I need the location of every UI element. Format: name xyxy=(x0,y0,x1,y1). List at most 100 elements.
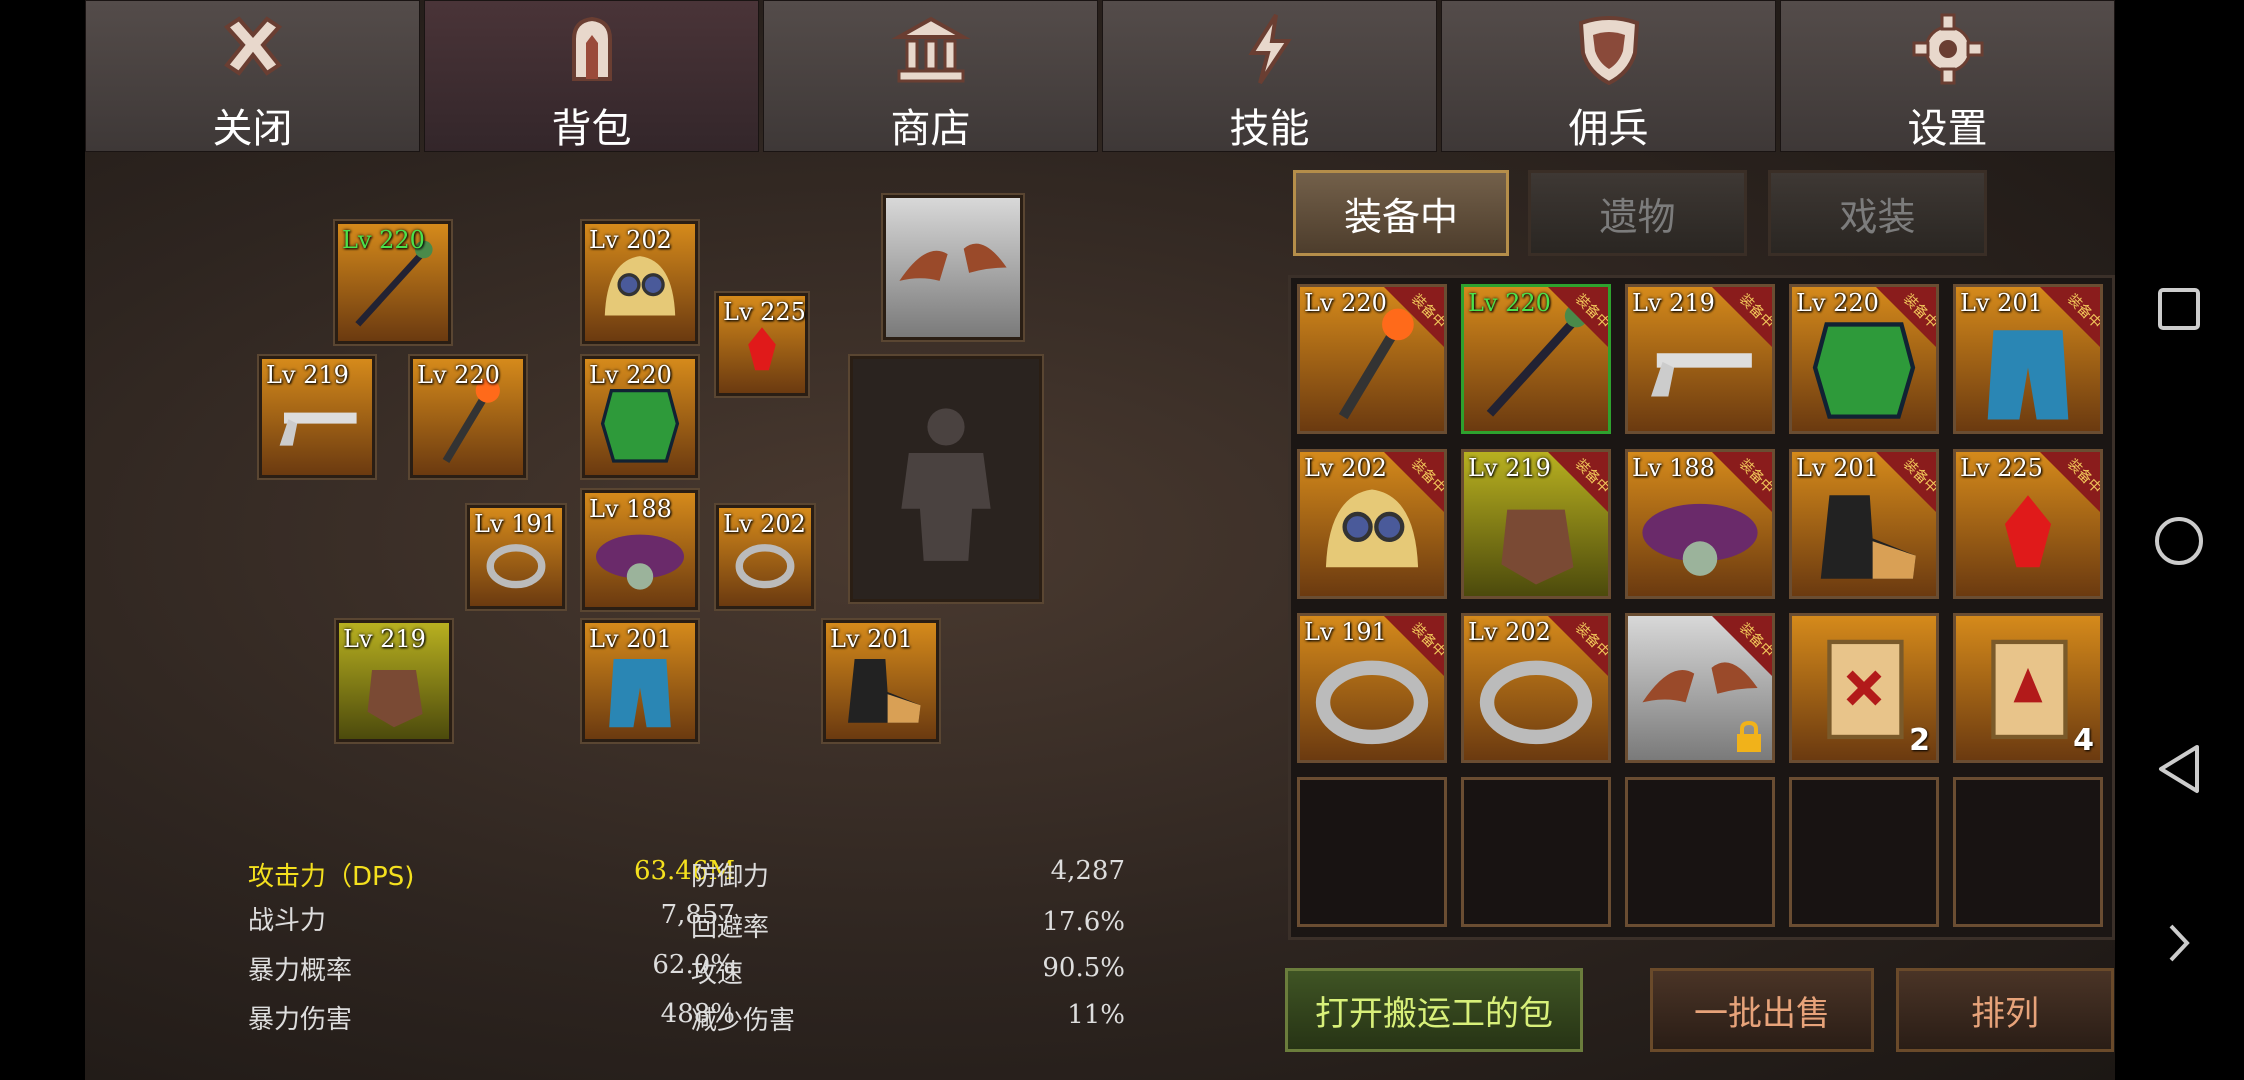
inventory-slot[interactable]: 装备中 xyxy=(1625,613,1775,763)
stat-crit-dmg-label: 暴力伤害 xyxy=(248,1005,353,1035)
item-level: Lv 220 xyxy=(589,361,672,389)
item-level: Lv 225 xyxy=(723,298,806,326)
tab-equipped[interactable]: 装备中 xyxy=(1293,170,1509,256)
nav-settings-button[interactable]: 设置 xyxy=(1780,0,2115,152)
mercenary-icon xyxy=(1578,16,1639,86)
home-icon[interactable] xyxy=(2153,515,2205,567)
inventory-slot[interactable]: 2 xyxy=(1789,613,1939,763)
equip-slot-staff[interactable]: Lv 220 xyxy=(335,221,451,344)
character-silhouette xyxy=(850,356,1042,602)
item-level: Lv 219 xyxy=(343,625,426,653)
item-level: Lv 220 xyxy=(1796,289,1879,317)
equip-slot-torch[interactable]: Lv 220 xyxy=(410,356,526,478)
item-level: Lv 219 xyxy=(1632,289,1715,317)
nav-label: 技能 xyxy=(1229,106,1310,152)
equipped-badge: 装备中 xyxy=(1712,452,1772,512)
item-level: Lv 220 xyxy=(1304,289,1387,317)
stat-dps-label: 攻击力（DPS) xyxy=(248,862,415,892)
item-level: Lv 201 xyxy=(589,625,672,653)
inventory-slot[interactable]: Lv 188 装备中 xyxy=(1625,449,1775,599)
inventory-slot[interactable]: Lv 220 装备中 xyxy=(1297,284,1447,434)
item-level: Lv 219 xyxy=(1468,454,1551,482)
inventory-slot[interactable]: Lv 201 装备中 xyxy=(1953,284,2103,434)
equipped-badge: 装备中 xyxy=(1384,616,1444,676)
top-nav: 关闭 背包 商店 技能 佣兵 设置 xyxy=(85,0,2115,154)
equipped-badge: 装备中 xyxy=(2040,452,2100,512)
item-level: Lv 220 xyxy=(1468,289,1551,317)
item-level: Lv 220 xyxy=(417,361,500,389)
equipped-badge: 装备中 xyxy=(1712,287,1772,347)
inventory-slot[interactable]: Lv 225 装备中 xyxy=(1953,449,2103,599)
item-level: Lv 201 xyxy=(1796,454,1879,482)
backpack-icon xyxy=(571,16,612,81)
empty-inventory-slot[interactable] xyxy=(1953,777,2103,927)
inventory-slot[interactable]: Lv 220 装备中 xyxy=(1789,284,1939,434)
nav-backpack-button[interactable]: 背包 xyxy=(424,0,759,152)
item-level: Lv 188 xyxy=(1632,454,1715,482)
nav-close-button[interactable]: 关闭 xyxy=(85,0,420,152)
equipped-badge: 装备中 xyxy=(1384,287,1444,347)
bulk-sell-button[interactable]: 一批出售 xyxy=(1650,968,1874,1052)
empty-inventory-slot[interactable] xyxy=(1789,777,1939,927)
item-level: Lv 202 xyxy=(723,510,806,538)
back-icon[interactable] xyxy=(2155,743,2203,795)
equip-slot-wings[interactable] xyxy=(883,195,1023,340)
equipped-badge: 装备中 xyxy=(2040,287,2100,347)
item-count: 4 xyxy=(2073,723,2094,758)
equip-slot-gloves[interactable]: Lv 219 xyxy=(336,620,452,742)
item-level: Lv 225 xyxy=(1960,454,2043,482)
item-level: Lv 202 xyxy=(1468,618,1551,646)
inventory-slot[interactable]: Lv 202 装备中 xyxy=(1297,449,1447,599)
equip-slot-ring-left[interactable]: Lv 191 xyxy=(467,505,565,609)
stat-defense-value: 4,287 xyxy=(1050,856,1125,886)
open-porter-bag-button[interactable]: 打开搬运工的包 xyxy=(1285,968,1583,1052)
nav-shop-button[interactable]: 商店 xyxy=(763,0,1098,152)
item-count: 2 xyxy=(1909,723,1930,758)
equip-slot-pants[interactable]: Lv 201 xyxy=(582,620,698,742)
equip-slot-gun[interactable]: Lv 219 xyxy=(259,356,375,478)
equipped-badge: 装备中 xyxy=(1548,452,1608,512)
equip-slot-ring-right[interactable]: Lv 202 xyxy=(716,505,814,609)
equip-slot-helmet[interactable]: Lv 202 xyxy=(582,221,698,344)
inventory-grid: Lv 220 装备中 Lv 220 装备中 Lv 219 装备中 Lv 220 … xyxy=(1288,275,2115,940)
equipped-badge: 装备中 xyxy=(1384,452,1444,512)
item-level: Lv 202 xyxy=(1304,454,1387,482)
equip-slot-belt[interactable]: Lv 188 xyxy=(582,490,698,610)
stat-evasion-value: 17.6% xyxy=(1042,907,1125,937)
nav-mercenary-button[interactable]: 佣兵 xyxy=(1441,0,1776,152)
close-icon xyxy=(223,16,282,76)
item-level: Lv 191 xyxy=(474,510,557,538)
nav-skill-button[interactable]: 技能 xyxy=(1102,0,1437,152)
inventory-slot[interactable]: Lv 191 装备中 xyxy=(1297,613,1447,763)
empty-inventory-slot[interactable] xyxy=(1297,777,1447,927)
equipped-badge: 装备中 xyxy=(1548,616,1608,676)
item-level: Lv 219 xyxy=(266,361,349,389)
item-level: Lv 201 xyxy=(830,625,913,653)
chevron-right-icon[interactable] xyxy=(2167,922,2191,964)
gear-icon xyxy=(1912,13,1983,85)
equip-slot-armor[interactable]: Lv 220 xyxy=(582,356,698,478)
equip-slot-boots[interactable]: Lv 201 xyxy=(823,620,939,742)
inventory-slot[interactable]: Lv 219 装备中 xyxy=(1625,284,1775,434)
equipped-badge: 装备中 xyxy=(1548,287,1608,347)
lock-icon xyxy=(1737,720,1761,752)
stat-dmg-reduce-label: 减少伤害 xyxy=(691,1006,796,1036)
system-nav-bar xyxy=(2115,0,2244,1080)
sort-button[interactable]: 排列 xyxy=(1896,968,2114,1052)
stat-evasion-label: 回避率 xyxy=(691,913,770,943)
stat-atk-speed-label: 攻速 xyxy=(691,959,744,989)
tab-relics[interactable]: 遗物 xyxy=(1528,170,1747,256)
inventory-slot[interactable]: 4 xyxy=(1953,613,2103,763)
inventory-slot[interactable]: Lv 201 装备中 xyxy=(1789,449,1939,599)
shop-icon xyxy=(890,16,971,83)
recent-apps-icon[interactable] xyxy=(2157,287,2201,331)
inventory-slot[interactable]: Lv 219 装备中 xyxy=(1461,449,1611,599)
tab-costume[interactable]: 戏装 xyxy=(1768,170,1987,256)
inventory-slot[interactable]: Lv 202 装备中 xyxy=(1461,613,1611,763)
item-level: Lv 191 xyxy=(1304,618,1387,646)
game-screen: 关闭 背包 商店 技能 佣兵 设置 Lv 220 Lv 202 Lv 225 L… xyxy=(85,0,2115,1080)
inventory-slot[interactable]: Lv 220 装备中 xyxy=(1461,284,1611,434)
empty-inventory-slot[interactable] xyxy=(1625,777,1775,927)
equip-slot-amulet[interactable]: Lv 225 xyxy=(716,293,808,396)
empty-inventory-slot[interactable] xyxy=(1461,777,1611,927)
